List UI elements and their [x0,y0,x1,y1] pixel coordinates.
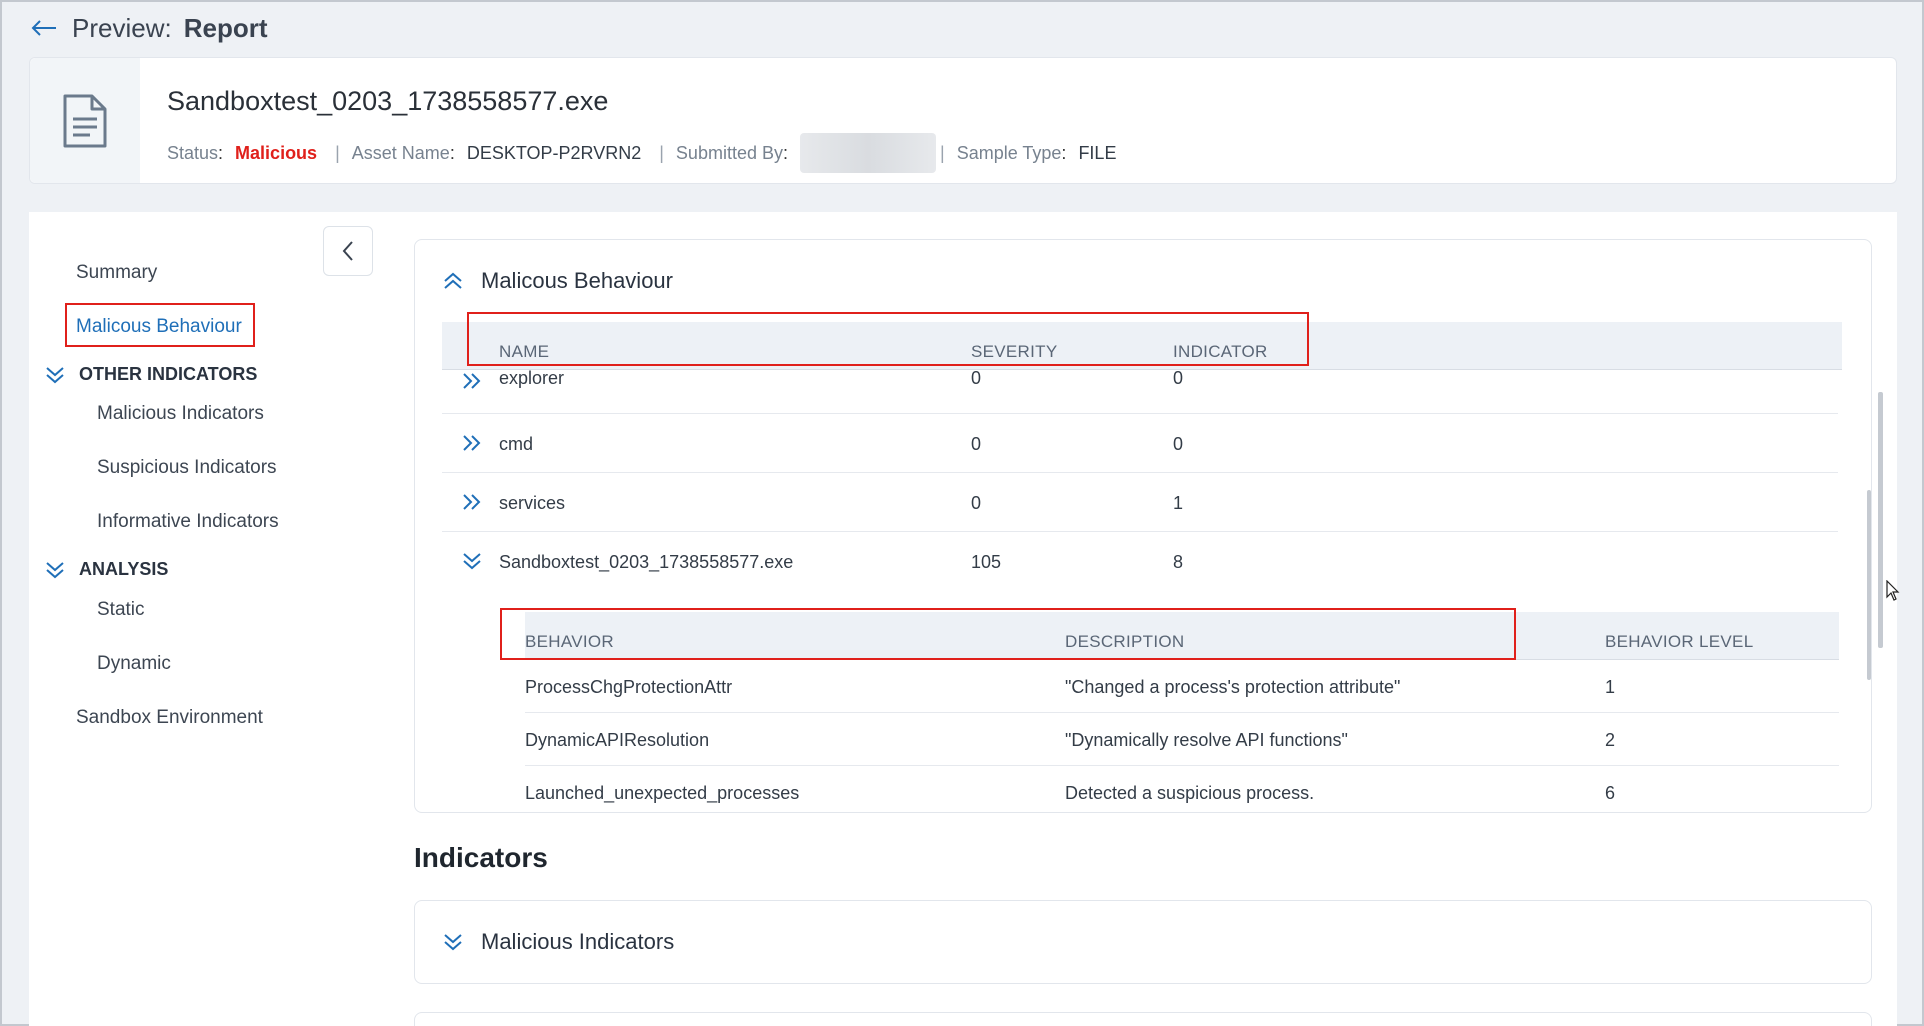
row-description: Detected a suspicious process. [1065,783,1315,803]
sidebar-group-label: ANALYSIS [79,559,169,579]
row-indicator: 1 [1173,493,1184,513]
row-severity: 105 [971,552,1002,572]
sidebar-item-suspicious-indicators[interactable]: Suspicious Indicators [97,457,277,479]
table-scrollbar[interactable] [1867,490,1871,680]
panel-scrollbar[interactable] [1878,392,1883,648]
column-header-behavior-level[interactable]: BEHAVIOR LEVEL [1605,632,1753,652]
row-behavior-level: 2 [1605,730,1616,750]
sample-type-value: FILE [1078,142,1117,163]
double-chevron-down-icon [46,561,64,578]
double-chevron-up-icon [444,272,462,289]
report-main: Malicous Behaviour NAME SEVERITY INDICAT… [387,212,1897,1026]
chevron-left-icon [342,241,353,261]
submitted-by-redacted [800,133,936,173]
sidebar-item-dynamic[interactable]: Dynamic [97,653,171,675]
row-severity: 0 [971,370,982,388]
document-icon [63,94,107,147]
file-icon-box [30,58,140,183]
double-chevron-down-icon [46,366,64,383]
panel-header[interactable]: Malicious Indicators [443,929,674,955]
status-label: Status [167,142,219,163]
panel-header[interactable]: Malicous Behaviour [443,268,673,294]
back-button[interactable] [30,16,58,40]
table-row[interactable]: Sandboxtest_0203_1738558577.exe 105 8 [442,532,1838,591]
row-name: services [499,493,566,513]
panel-title: Malicous Behaviour [481,268,673,293]
row-behavior-level: 1 [1605,677,1616,697]
file-meta: Status: Malicious | Asset Name: DESKTOP-… [167,133,1116,173]
page-title: Report [183,12,268,43]
sidebar-item-static[interactable]: Static [97,599,145,621]
row-behavior: Launched_unexpected_processes [525,783,800,803]
row-description: "Changed a process's protection attribut… [1065,677,1401,697]
double-chevron-right-icon [463,494,481,510]
double-chevron-down-icon [444,934,462,951]
sub-table-row[interactable]: DynamicAPIResolution "Dynamically resolv… [525,713,1839,766]
breadcrumb-label: Preview: [72,12,172,43]
row-description: "Dynamically resolve API functions" [1065,730,1348,750]
sidebar-group-label: OTHER INDICATORS [79,364,258,384]
row-name: Sandboxtest_0203_1738558577.exe [499,552,794,572]
malicious-indicators-panel: Malicious Indicators [414,900,1872,984]
meta-divider: | [335,142,340,163]
row-indicator: 0 [1173,434,1184,454]
sub-table-row[interactable]: ProcessChgProtectionAttr "Changed a proc… [525,660,1839,713]
status-badge: Malicious [235,142,318,163]
double-chevron-right-icon [463,435,481,451]
mouse-cursor-icon [1886,580,1900,601]
sidebar-item-malicious-behaviour[interactable]: Malicous Behaviour [76,316,242,338]
meta-divider: | [659,142,664,163]
sidebar-group-other-indicators[interactable]: OTHER INDICATORS [45,364,257,385]
sidebar-item-sandbox-environment[interactable]: Sandbox Environment [76,707,263,729]
row-indicator: 0 [1173,370,1184,388]
row-indicator: 8 [1173,552,1184,572]
report-sidebar: Summary Malicous Behaviour OTHER INDICAT… [29,212,387,1026]
row-behavior: ProcessChgProtectionAttr [525,677,733,697]
row-severity: 0 [971,434,982,454]
double-chevron-right-icon [463,373,481,389]
sidebar-item-summary[interactable]: Summary [76,262,157,284]
table-row[interactable]: explorer 0 0 [442,370,1838,414]
row-severity: 0 [971,493,982,513]
highlight-box [467,312,1309,366]
row-name: cmd [499,434,534,454]
sidebar-item-informative-indicators[interactable]: Informative Indicators [97,511,279,533]
sub-table-row[interactable]: Launched_unexpected_processes Detected a… [525,766,1839,812]
asset-name-value: DESKTOP-P2RVRN2 [466,142,642,163]
asset-name-label: Asset Name [351,142,450,163]
malicious-behaviour-panel: Malicous Behaviour NAME SEVERITY INDICAT… [414,239,1872,813]
indicators-section-title: Indicators [414,842,548,873]
row-name: explorer [499,370,565,388]
file-name: Sandboxtest_0203_1738558577.exe [167,86,609,116]
sample-type-label: Sample Type [956,142,1062,163]
page-header: Preview: Report [30,10,267,46]
file-summary-card: Sandboxtest_0203_1738558577.exe Status: … [29,57,1897,184]
double-chevron-down-icon [463,553,481,570]
panel-title: Malicious Indicators [481,929,675,954]
collapse-sidebar-button[interactable] [323,226,373,276]
submitted-by-label: Submitted By [675,142,783,163]
sidebar-group-analysis[interactable]: ANALYSIS [45,559,168,580]
table-row[interactable]: cmd 0 0 [442,414,1838,473]
meta-divider: | [940,142,945,163]
row-behavior: DynamicAPIResolution [525,730,710,750]
row-behavior-level: 6 [1605,783,1616,803]
table-row[interactable]: services 0 1 [442,473,1838,532]
arrow-left-icon [31,20,56,36]
next-panel-partial [414,1012,1872,1026]
sidebar-item-malicious-indicators[interactable]: Malicious Indicators [97,403,264,425]
highlight-box [500,608,1516,660]
